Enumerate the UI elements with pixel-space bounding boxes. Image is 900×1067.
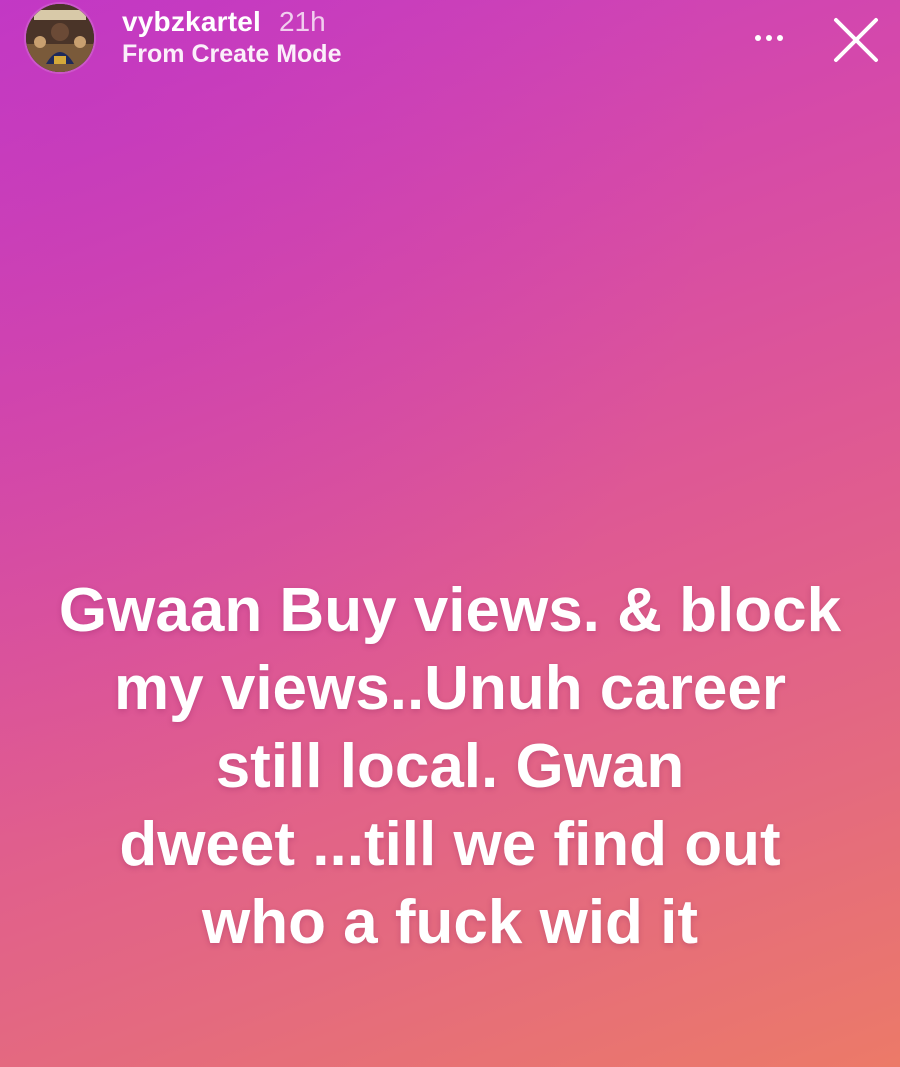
caption-line: dweet ...till we find out bbox=[119, 810, 781, 879]
caption-line: my views..Unuh career bbox=[114, 654, 786, 723]
close-icon bbox=[834, 18, 878, 62]
caption-line: still local. Gwan bbox=[215, 732, 685, 801]
story-viewer[interactable]: vybzkartel 21h From Create Mode Gwaan Bu… bbox=[0, 0, 900, 1067]
more-options-button[interactable] bbox=[744, 18, 794, 58]
more-dot-icon bbox=[777, 35, 783, 41]
post-timestamp: 21h bbox=[278, 6, 326, 37]
more-dot-icon bbox=[755, 35, 761, 41]
close-button[interactable] bbox=[830, 14, 882, 66]
user-info: vybzkartel 21h From Create Mode bbox=[122, 6, 341, 69]
caption-line: Gwaan Buy views. & block bbox=[58, 576, 842, 645]
story-caption: Gwaan Buy views. & block my views..Unuh … bbox=[40, 572, 860, 962]
profile-avatar[interactable] bbox=[26, 4, 94, 72]
caption-line: who a fuck wid it bbox=[201, 888, 699, 957]
create-mode-label[interactable]: From Create Mode bbox=[122, 40, 341, 69]
more-dot-icon bbox=[766, 35, 772, 41]
username[interactable]: vybzkartel bbox=[122, 6, 261, 38]
story-header: vybzkartel 21h From Create Mode bbox=[0, 0, 900, 85]
